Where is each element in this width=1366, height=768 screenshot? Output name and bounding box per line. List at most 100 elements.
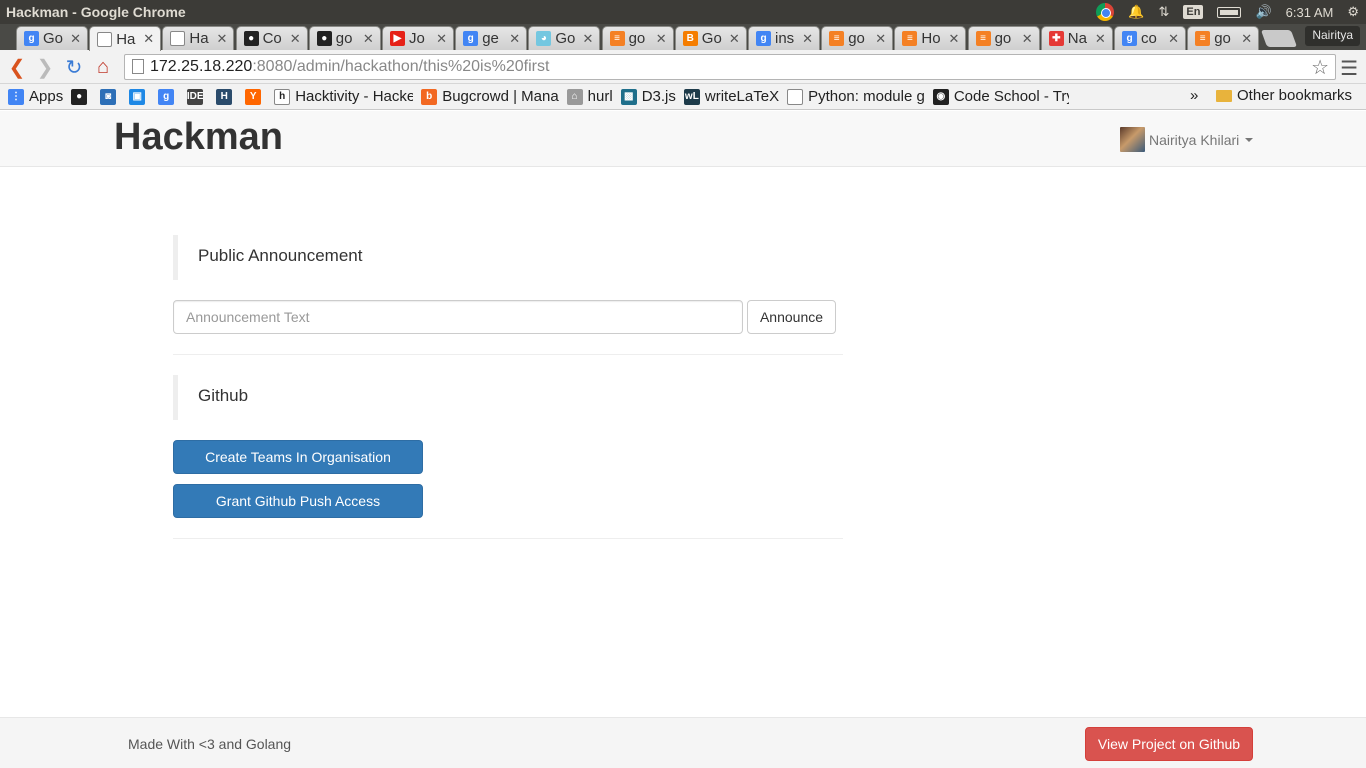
divider [173,538,843,539]
bookmark-item[interactable]: Y [245,88,266,105]
tab-close-icon[interactable]: ✕ [363,31,374,47]
bookmark-item[interactable]: Python: module g [787,88,925,105]
browser-tab[interactable]: B Go ✕ [674,26,747,50]
tab-close-icon[interactable]: ✕ [1241,31,1252,47]
browser-tab[interactable]: ≡ go ✕ [1187,26,1260,50]
new-tab-button[interactable] [1260,30,1298,47]
bookmark-item[interactable]: ● [71,88,92,105]
footer-text: Made With <3 and Golang [128,736,292,752]
grant-push-access-button[interactable]: Grant Github Push Access [173,484,423,518]
browser-tab[interactable]: ▶ Jo ✕ [382,26,454,50]
reload-icon[interactable]: ↻ [63,56,85,79]
profile-badge[interactable]: Nairitya [1305,26,1360,46]
keyboard-language-indicator[interactable]: En [1183,5,1204,19]
browser-tab[interactable]: ● Co ✕ [235,26,308,50]
bookmark-item[interactable]: H [216,88,237,105]
bookmark-item[interactable]: ◙ [100,88,121,105]
browser-tab[interactable]: ✚ Na ✕ [1040,26,1113,50]
browser-tab[interactable]: g ins ✕ [748,26,820,50]
tab-close-icon[interactable]: ✕ [436,31,447,47]
bookmark-item[interactable]: ⌂ hurl [566,88,613,105]
tab-label: Ha [116,30,136,48]
tab-label: go [848,30,865,47]
app-brand[interactable]: Hackman [114,116,283,159]
tab-close-icon[interactable]: ✕ [290,31,301,47]
tab-label: Ha [189,30,209,47]
stackoverflow-icon: ≡ [1195,31,1211,46]
tab-label: co [1141,30,1157,47]
tab-close-icon[interactable]: ✕ [656,31,667,47]
tab-label: ins [775,30,795,47]
bookmark-item[interactable]: IDE [187,88,208,105]
bookmark-star-icon[interactable]: ☆ [1311,55,1329,80]
back-arrow-icon[interactable]: ❮ [6,56,28,79]
bookmark-label: Code School - Try [953,88,1069,105]
github-icon: ● [71,88,88,105]
tab-label: Go [555,30,576,47]
address-bar[interactable]: 172.25.18.220:8080/admin/hackathon/this%… [124,54,1336,80]
user-name: Nairitya Khilari [1149,131,1240,148]
battery-icon[interactable] [1217,6,1242,18]
google-icon: g [463,31,479,46]
youtube-icon: ▶ [390,31,405,46]
chrome-indicator-icon[interactable] [1096,3,1115,21]
browser-tab[interactable]: ≡ go ✕ [967,26,1040,50]
browser-tab[interactable]: Ha ✕ [162,26,235,50]
tab-close-icon[interactable]: ✕ [1095,31,1106,47]
announce-button[interactable]: Announce [747,300,836,334]
tab-close-icon[interactable]: ✕ [948,31,959,47]
google-icon: g [1122,31,1137,46]
bookmarks-overflow-button[interactable]: » [1190,87,1198,104]
tab-close-icon[interactable]: ✕ [216,31,227,47]
tab-close-icon[interactable]: ✕ [875,31,886,47]
announcement-input[interactable] [173,300,743,334]
tab-close-icon[interactable]: ✕ [582,31,593,47]
bookmark-item[interactable]: b Bugcrowd | Mana [421,88,559,105]
user-dropdown[interactable]: Nairitya Khilari [1120,127,1254,152]
home-icon[interactable]: ⌂ [92,56,114,78]
browser-tab[interactable]: ≡ go ✕ [601,26,674,50]
browser-tab[interactable]: ≡ go ✕ [821,26,894,50]
clock[interactable]: 6:31 AM [1286,5,1334,20]
browser-tab[interactable]: g co ✕ [1114,26,1186,50]
hurl-icon: ⌂ [566,88,583,105]
bookmark-item[interactable]: ▣ [129,88,150,105]
bookmark-item[interactable]: ▩ D3.js [620,88,676,105]
caret-down-icon [1245,137,1254,142]
settings-gear-icon[interactable]: ⚙ [1347,4,1359,20]
browser-tab[interactable]: ≡ Ho ✕ [894,26,967,50]
bookmark-item[interactable]: wL writeLaTeX [683,88,779,105]
bookmark-item[interactable]: ⋮ Apps [8,88,63,105]
browser-tab[interactable]: ● go ✕ [308,26,381,50]
browser-tab[interactable]: Ha ✕ [89,26,162,51]
volume-icon[interactable]: 🔊 [1255,4,1271,20]
tab-close-icon[interactable]: ✕ [802,31,813,47]
browser-tab[interactable]: g Go ✕ [16,26,88,50]
tab-close-icon[interactable]: ✕ [1168,31,1179,47]
view-project-github-button[interactable]: View Project on Github [1085,727,1253,761]
notification-bell-icon[interactable]: 🔔 [1128,4,1144,20]
bugcrowd-icon: b [421,88,438,105]
bookmark-item[interactable]: g [158,88,179,105]
tab-close-icon[interactable]: ✕ [729,31,740,47]
create-teams-button[interactable]: Create Teams In Organisation [173,440,423,474]
bookmark-item[interactable]: h Hacktivity - Hacke [274,88,413,105]
bookmark-item[interactable]: ◉ Code School - Try [932,88,1069,105]
window-title: Hackman - Google Chrome [6,4,186,20]
tab-close-icon[interactable]: ✕ [70,31,81,47]
github-icon: ● [243,31,259,46]
tab-close-icon[interactable]: ✕ [143,31,154,47]
browser-tab[interactable]: ◕ Go ✕ [528,26,601,50]
stackoverflow-icon: ≡ [902,31,918,46]
chrome-menu-icon[interactable]: ☰ [1340,56,1358,81]
tab-label: go [335,30,353,47]
tab-label: Jo [409,30,425,47]
stackoverflow-icon: ≡ [829,31,845,46]
browser-tab[interactable]: g ge ✕ [455,26,528,50]
forward-arrow-icon[interactable]: ❯ [34,56,56,79]
other-bookmarks-folder[interactable]: Other bookmarks [1216,87,1352,104]
tab-close-icon[interactable]: ✕ [509,31,520,47]
network-arrows-icon[interactable]: ⇅ [1158,4,1169,20]
tab-close-icon[interactable]: ✕ [1022,31,1033,47]
page-icon [132,59,144,74]
